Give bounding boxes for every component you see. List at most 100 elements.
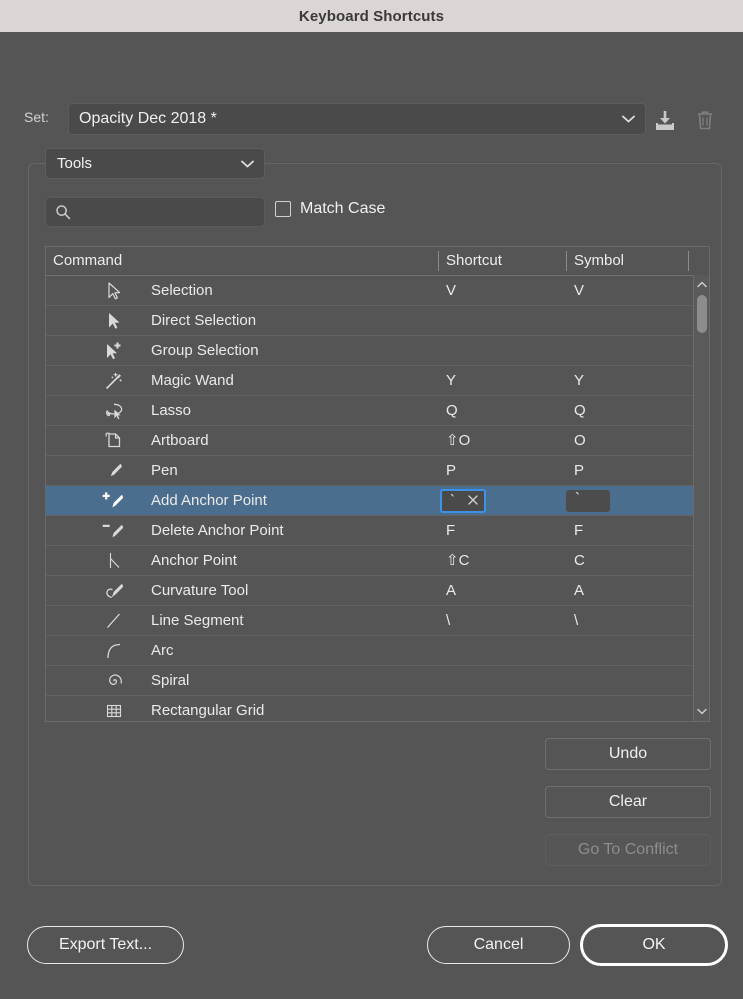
- table-row[interactable]: Rectangular Grid: [46, 696, 709, 721]
- save-to-disk-icon[interactable]: [652, 107, 678, 133]
- table-body: Selection V V Direct Selection Group Selecti…: [46, 276, 709, 721]
- match-case-label: Match Case: [300, 200, 386, 217]
- table-row[interactable]: Add Anchor Point ` `: [46, 486, 709, 516]
- shortcut-value[interactable]: A: [446, 576, 456, 605]
- keyboard-shortcuts-dialog: Keyboard Shortcuts Set: Opacity Dec 2018…: [0, 0, 743, 999]
- go-to-conflict-button: Go To Conflict: [545, 834, 711, 866]
- match-case-checkbox[interactable]: [275, 201, 291, 217]
- symbol-value: O: [574, 432, 586, 449]
- command-name: Rectangular Grid: [151, 702, 265, 719]
- symbol-value: V: [574, 282, 585, 299]
- search-box[interactable]: [45, 197, 265, 227]
- anchor-point-icon: [99, 546, 129, 575]
- table-row[interactable]: Curvature Tool A A: [46, 576, 709, 606]
- shortcuts-table: Command Shortcut Symbol Selection V V Direc…: [45, 246, 710, 722]
- shortcut-value[interactable]: Y: [446, 366, 456, 395]
- table-row[interactable]: Anchor Point ⇧C C: [46, 546, 709, 576]
- ok-button[interactable]: OK: [580, 924, 728, 966]
- command-name: Spiral: [151, 672, 190, 689]
- column-header-command[interactable]: Command: [53, 247, 122, 275]
- delete-anchor-point-icon: [99, 516, 129, 545]
- shortcut-value[interactable]: V: [446, 276, 456, 305]
- search-icon: [55, 204, 71, 220]
- column-divider[interactable]: [438, 251, 439, 271]
- table-row[interactable]: Artboard ⇧O O: [46, 426, 709, 456]
- command-name: Line Segment: [151, 612, 244, 629]
- table-row[interactable]: Pen P P: [46, 456, 709, 486]
- rectangular-grid-icon: [99, 696, 129, 721]
- shortcut-value[interactable]: ⇧O: [446, 426, 470, 455]
- shortcut-value[interactable]: P: [446, 456, 456, 485]
- column-header-symbol[interactable]: Symbol: [574, 247, 624, 275]
- table-row[interactable]: Delete Anchor Point F F: [46, 516, 709, 546]
- set-dropdown-value: Opacity Dec 2018 *: [79, 110, 217, 127]
- command-name: Add Anchor Point: [151, 492, 267, 509]
- column-divider[interactable]: [566, 251, 567, 271]
- cancel-button[interactable]: Cancel: [427, 926, 570, 964]
- table-row[interactable]: Line Segment \ \: [46, 606, 709, 636]
- chevron-up-icon[interactable]: [697, 280, 707, 290]
- table-row[interactable]: Group Selection: [46, 336, 709, 366]
- dialog-titlebar: Keyboard Shortcuts: [0, 0, 743, 32]
- table-row[interactable]: Arc: [46, 636, 709, 666]
- symbol-value: P: [574, 462, 585, 479]
- magic-wand-icon: [99, 366, 129, 395]
- symbol-value: F: [574, 522, 584, 539]
- trash-icon: [692, 107, 718, 133]
- table-row[interactable]: Direct Selection: [46, 306, 709, 336]
- clear-button[interactable]: Clear: [545, 786, 711, 818]
- arc-icon: [99, 636, 129, 665]
- command-name: Anchor Point: [151, 552, 237, 569]
- scrollbar-thumb[interactable]: [697, 295, 707, 333]
- dialog-title: Keyboard Shortcuts: [298, 7, 445, 25]
- table-header-row: Command Shortcut Symbol: [46, 247, 709, 276]
- table-row[interactable]: Selection V V: [46, 276, 709, 306]
- set-dropdown[interactable]: Opacity Dec 2018 *: [68, 103, 646, 135]
- command-name: Pen: [151, 462, 178, 479]
- shortcut-value[interactable]: Q: [446, 396, 458, 425]
- symbol-value: Y: [574, 372, 585, 389]
- table-row[interactable]: Spiral: [46, 666, 709, 696]
- command-name: Group Selection: [151, 342, 259, 359]
- spiral-icon: [99, 666, 129, 695]
- command-name: Direct Selection: [151, 312, 257, 329]
- command-name: Delete Anchor Point: [151, 522, 284, 539]
- symbol-chip-value: `: [575, 490, 580, 507]
- column-divider[interactable]: [688, 251, 689, 271]
- shortcut-value[interactable]: F: [446, 516, 455, 545]
- symbol-value: \: [574, 612, 579, 629]
- clear-x-icon[interactable]: [467, 494, 479, 506]
- shortcut-edit-field[interactable]: `: [440, 489, 486, 513]
- match-case-checkbox-group[interactable]: Match Case: [275, 200, 385, 218]
- set-label: Set:: [24, 109, 49, 125]
- undo-button[interactable]: Undo: [545, 738, 711, 770]
- command-name: Arc: [151, 642, 174, 659]
- category-dropdown-value: Tools: [57, 155, 93, 172]
- category-dropdown[interactable]: Tools: [45, 148, 265, 179]
- command-name: Magic Wand: [151, 372, 234, 389]
- symbol-value: Q: [574, 402, 586, 419]
- curvature-tool-icon: [99, 576, 129, 605]
- table-row[interactable]: Magic Wand Y Y: [46, 366, 709, 396]
- pen-icon: [99, 456, 129, 485]
- group-selection-arrow-icon: [99, 336, 129, 365]
- command-name: Selection: [151, 282, 213, 299]
- table-row[interactable]: Lasso Q Q: [46, 396, 709, 426]
- column-header-shortcut[interactable]: Shortcut: [446, 247, 502, 275]
- symbol-chip: `: [566, 490, 610, 512]
- chevron-down-icon[interactable]: [697, 706, 707, 716]
- command-name: Lasso: [151, 402, 192, 419]
- symbol-value: A: [574, 582, 585, 599]
- command-name: Artboard: [151, 432, 209, 449]
- command-name: Curvature Tool: [151, 582, 249, 599]
- add-anchor-point-icon: [99, 486, 129, 515]
- export-text-button[interactable]: Export Text...: [27, 926, 184, 964]
- shortcut-value[interactable]: ⇧C: [446, 546, 469, 575]
- artboard-icon: [99, 426, 129, 455]
- shortcut-edit-value: `: [450, 492, 455, 509]
- search-input[interactable]: [71, 204, 264, 220]
- table-scrollbar[interactable]: [693, 275, 709, 721]
- selection-arrow-icon: [99, 276, 129, 305]
- shortcut-value[interactable]: \: [446, 606, 450, 635]
- chevron-down-icon: [241, 160, 254, 168]
